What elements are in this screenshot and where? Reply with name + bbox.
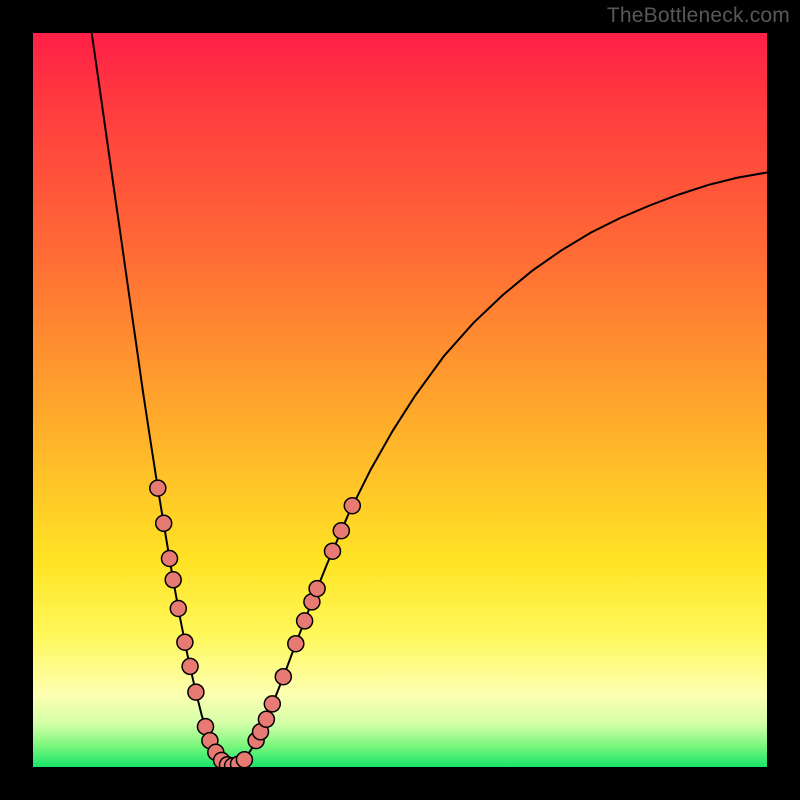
bottleneck-curve-svg bbox=[33, 33, 767, 767]
data-marker bbox=[258, 711, 274, 727]
watermark-text: TheBottleneck.com bbox=[607, 4, 790, 28]
data-marker bbox=[150, 480, 166, 496]
data-marker bbox=[275, 669, 291, 685]
plot-area bbox=[33, 33, 767, 767]
data-marker bbox=[177, 634, 193, 650]
chart-frame: TheBottleneck.com bbox=[0, 0, 800, 800]
data-marker bbox=[309, 581, 325, 597]
data-marker bbox=[182, 658, 198, 674]
data-marker bbox=[165, 572, 181, 588]
data-marker bbox=[333, 523, 349, 539]
data-marker bbox=[325, 543, 341, 559]
data-marker bbox=[188, 684, 204, 700]
data-marker bbox=[297, 613, 313, 629]
data-marker bbox=[264, 696, 280, 712]
data-marker bbox=[162, 551, 178, 567]
bottleneck-curve bbox=[92, 33, 767, 766]
data-marker bbox=[288, 636, 304, 652]
data-marker bbox=[156, 515, 172, 531]
data-marker bbox=[170, 601, 186, 617]
data-marker bbox=[344, 498, 360, 514]
data-marker bbox=[236, 752, 252, 767]
